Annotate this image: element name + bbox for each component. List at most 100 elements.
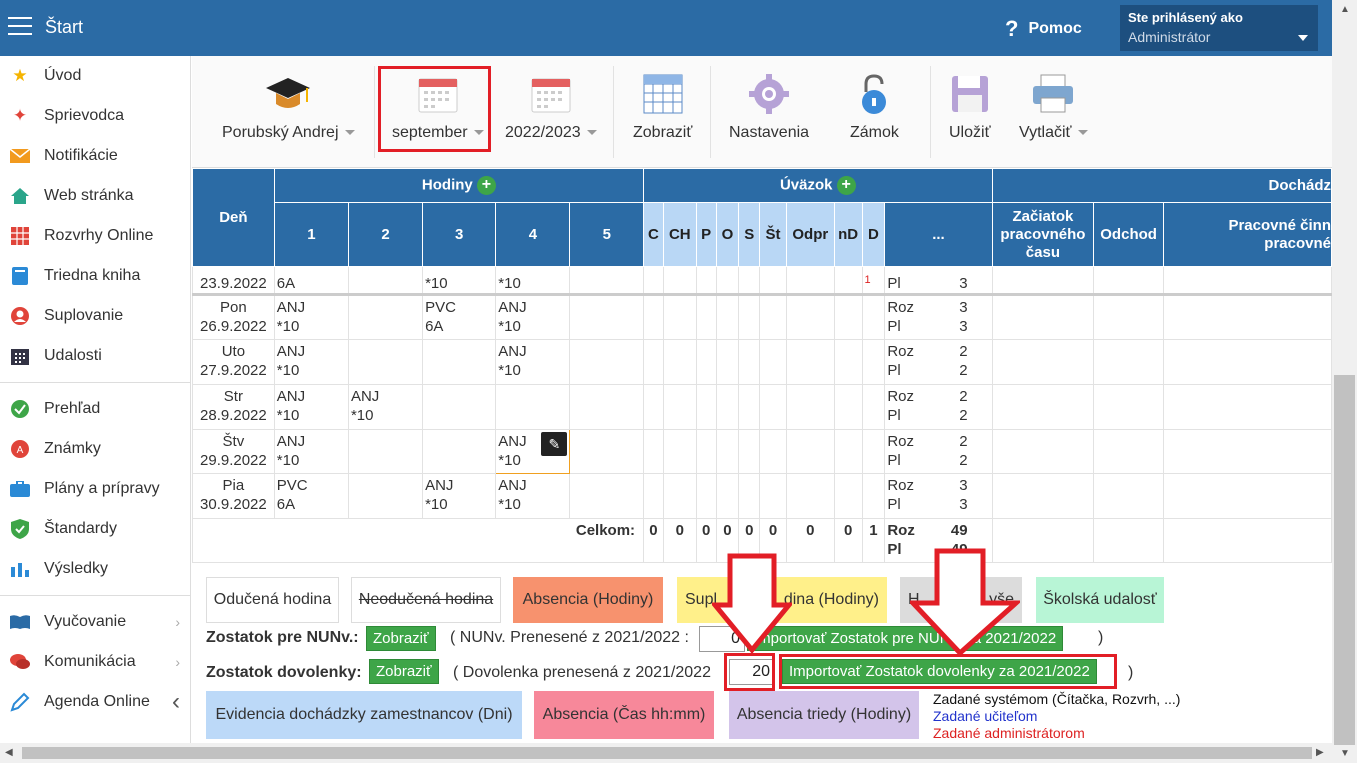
sidebar-item-triedna-kniha[interactable]: Triedna kniha [0, 256, 190, 296]
down-arrow-annotation [910, 548, 1020, 656]
table-row: Štv 29.9.2022 ANJ *10 ANJ *10 ✎ Roz 2 Pl 2 [192, 429, 1332, 474]
sidebar-item-rozvrhy[interactable]: Rozvrhy Online [0, 216, 190, 256]
show-button[interactable]: Zobraziť [633, 72, 692, 142]
caret-down-icon [1298, 35, 1308, 41]
chevron-left-icon[interactable]: ‹ [172, 688, 180, 716]
scroll-up-icon[interactable]: ▲ [1340, 4, 1350, 15]
legend-absence-time: Absencia (Čas hh:mm) [534, 691, 714, 739]
header-hours: Hodiny + [273, 168, 645, 203]
attendance-grid: Deň Hodiny + Úväzok + Dochádz 1 2 3 4 5 … [192, 168, 1332, 563]
grid-icon [8, 226, 32, 246]
open-book-icon [8, 612, 32, 632]
pen-icon [8, 692, 32, 712]
magic-wand-icon: ✦ [12, 106, 28, 125]
horizontal-scrollbar[interactable]: ◀ ▶ [0, 743, 1332, 763]
toolbar-divider [710, 66, 711, 158]
user-role: Administrátor [1128, 29, 1211, 45]
shield-icon [8, 519, 32, 539]
header-load-d: D [861, 202, 886, 267]
sidebar-item-vyucovanie[interactable]: Vyučovanie › [0, 602, 190, 642]
home-icon [8, 186, 32, 206]
sidebar-item-znamky[interactable]: A Známky [0, 429, 190, 469]
nunv-text: ( NUNv. Prenesené z 2021/2022 : [450, 629, 689, 646]
help-label: Pomoc [1028, 20, 1082, 37]
header-work: Pracovné činn pracovné [1162, 202, 1332, 267]
selected-cell[interactable]: ANJ *10 ✎ [495, 429, 571, 474]
toolbar: Porubský Andrej september 2022/2023 Zobr… [192, 56, 1332, 168]
lock-button[interactable]: Zámok [850, 72, 899, 142]
header-hour-5: 5 [569, 202, 645, 267]
header-load: Úväzok + [643, 168, 993, 203]
header-leave: Odchod [1093, 202, 1164, 267]
header-load-o: O [715, 202, 740, 267]
user-dropdown[interactable]: Ste prihlásený ako Administrátor [1120, 5, 1318, 51]
header-load-p: P [695, 202, 717, 267]
sidebar-item-agenda[interactable]: Agenda Online ‹ [0, 682, 190, 722]
table-row: Pon 26.9.2022 ANJ *10 PVC 6A ANJ *10 Roz 3 Pl 3 [192, 294, 1332, 340]
help-button[interactable]: ? Pomoc [1005, 16, 1082, 42]
scroll-right-icon[interactable]: ▶ [1316, 747, 1324, 758]
vertical-scrollbar[interactable]: ▲ ▼ [1332, 0, 1357, 763]
note-teacher: Zadané učiteľom [933, 708, 1038, 724]
add-icon[interactable]: + [476, 176, 496, 195]
teacher-select[interactable]: Porubský Andrej [222, 72, 355, 142]
nunv-show-button[interactable]: Zobraziť [366, 626, 436, 651]
bar-chart-icon [8, 559, 32, 579]
sidebar-item-notifikacie[interactable]: Notifikácie [0, 136, 190, 176]
print-button[interactable]: Vytlačiť [1019, 72, 1088, 142]
scroll-left-icon[interactable]: ◀ [5, 747, 13, 758]
legend-not-taught: Neodučená hodina [351, 577, 501, 623]
header-hour-1: 1 [273, 202, 349, 267]
header-load-s: S [738, 202, 761, 267]
year-select[interactable]: 2022/2023 [505, 72, 597, 142]
vacation-close-paren: ) [1128, 664, 1134, 681]
calendar-icon [505, 72, 597, 116]
legend-absence-hours: Absencia (Hodiny) [513, 577, 663, 623]
table-row: Pia 30.9.2022 PVC 6A ANJ *10 ANJ *10 Roz 3 Pl 3 [192, 473, 1332, 519]
vacation-text: ( Dovolenka prenesená z 2021/2022 [453, 664, 711, 681]
note-admin: Zadané administrátorom [933, 725, 1085, 741]
nunv-close-paren: ) [1098, 629, 1104, 646]
sidebar-item-vysledky[interactable]: Výsledky [0, 549, 190, 589]
header-day: Deň [192, 168, 275, 267]
sidebar-item-web[interactable]: Web stránka [0, 176, 190, 216]
edit-pencil-icon[interactable]: ✎ [541, 432, 568, 456]
caret-down-icon [1077, 130, 1088, 136]
horizontal-scroll-thumb[interactable] [22, 747, 1312, 759]
add-icon[interactable]: + [836, 176, 856, 195]
sidebar-item-plany[interactable]: Plány a prípravy [0, 469, 190, 509]
nunv-label: Zostatok pre NUNv.: [206, 629, 359, 646]
sidebar-item-prehlad[interactable]: Prehľad [0, 389, 190, 429]
book-icon [8, 266, 32, 286]
caret-down-icon [586, 130, 597, 136]
sidebar-item-standardy[interactable]: Štandardy [0, 509, 190, 549]
menu-icon[interactable] [8, 17, 32, 37]
chevron-right-icon: › [175, 614, 180, 630]
top-bar: Štart ? Pomoc Ste prihlásený ako Adminis… [0, 0, 1332, 56]
chevron-right-icon: › [175, 654, 180, 670]
scroll-down-icon[interactable]: ▼ [1340, 748, 1350, 759]
floppy-disk-icon [949, 72, 991, 116]
table-row: Str 28.9.2022 ANJ *10 ANJ *10 Roz 2 Pl 2 [192, 384, 1332, 430]
sidebar-item-sprievodca[interactable]: ✦ Sprievodca [0, 96, 190, 136]
sidebar-item-suplovanie[interactable]: Suplovanie [0, 296, 190, 336]
table-row: 23.9.2022 6A *10 *10 1 Pl 3 [192, 266, 1332, 295]
toolbar-divider [613, 66, 614, 158]
vacation-show-button[interactable]: Zobraziť [369, 659, 439, 684]
settings-button[interactable]: Nastavenia [729, 72, 809, 142]
legend-school-event: Školská udalosť [1036, 577, 1164, 623]
sidebar-item-komunikacia[interactable]: Komunikácia › [0, 642, 190, 682]
note-system: Zadané systémom (Čítačka, Rozvrh, ...) [933, 691, 1181, 707]
sidebar-divider [0, 382, 190, 383]
legend-employee-attendance: Evidencia dochádzky zamestnancov (Dni) [206, 691, 522, 739]
save-button[interactable]: Uložiť [949, 72, 991, 142]
header-load-ch: CH [662, 202, 697, 267]
sidebar-item-uvod[interactable]: ★ Úvod [0, 56, 190, 96]
attendance-table: Deň Hodiny + Úväzok + Dochádz 1 2 3 4 5 … [192, 168, 1332, 563]
app-title[interactable]: Štart [45, 17, 83, 38]
sidebar-item-udalosti[interactable]: Udalosti [0, 336, 190, 376]
user-label: Ste prihlásený ako [1128, 10, 1243, 25]
vertical-scroll-thumb[interactable] [1334, 375, 1355, 745]
grade-icon: A [8, 439, 32, 459]
header-load-st: Št [759, 202, 787, 267]
